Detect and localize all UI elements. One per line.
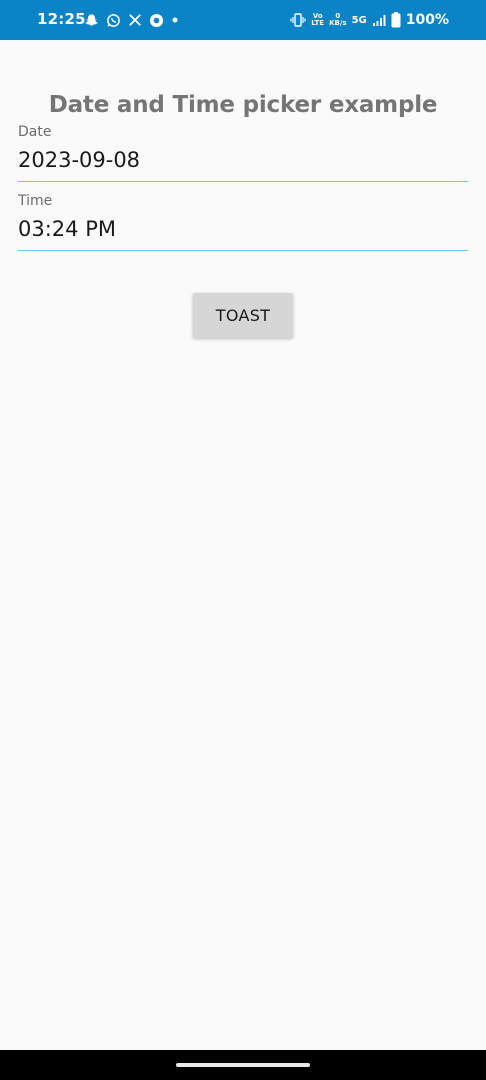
time-label: Time [18, 193, 53, 209]
status-bar: 12:25 Vo LTE 0 KB/s 5G 100% [0, 0, 486, 40]
data-speed-indicator: 0 KB/s [329, 13, 346, 27]
time-input[interactable]: 03:24 PM [18, 215, 468, 251]
data-speed-unit: KB/s [329, 19, 347, 27]
battery-percentage: 100% [405, 12, 449, 28]
home-gesture-handle[interactable] [176, 1063, 310, 1067]
vibrate-icon [290, 13, 306, 27]
network-type: 5G [351, 14, 367, 26]
date-input[interactable]: 2023-09-08 [18, 146, 468, 182]
x-icon [128, 13, 142, 27]
app-icon [149, 13, 164, 28]
page-title: Date and Time picker example [48, 92, 438, 118]
volte-indicator: Vo LTE [311, 13, 324, 27]
toast-button[interactable]: TOAST [193, 293, 293, 338]
signal-icon [372, 14, 386, 27]
dot-icon [171, 16, 179, 24]
date-label: Date [18, 124, 52, 140]
system-status-icons: Vo LTE 0 KB/s 5G 100% [290, 9, 449, 31]
notification-icons [84, 10, 179, 30]
whatsapp-icon [106, 13, 121, 28]
battery-icon [391, 12, 401, 28]
volte-bottom: LTE [311, 19, 325, 27]
navigation-bar [0, 1050, 486, 1080]
snapchat-icon [84, 13, 99, 28]
status-time: 12:25 [37, 10, 86, 28]
